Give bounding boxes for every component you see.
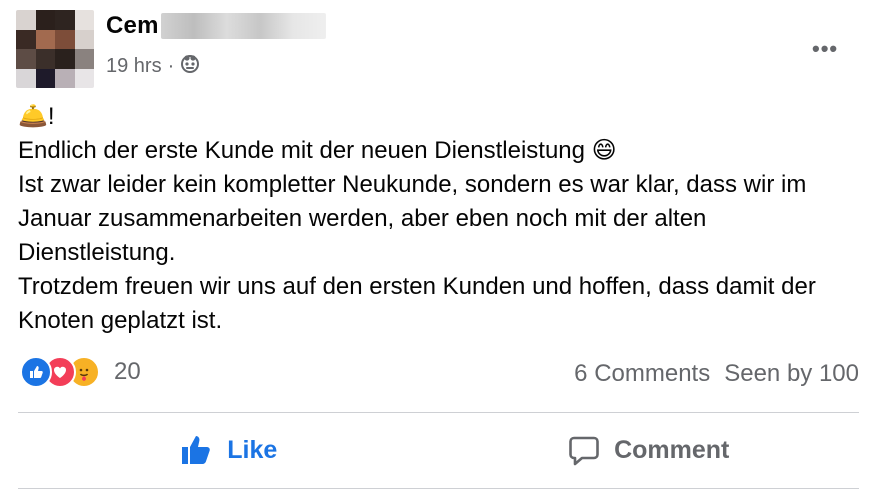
comment-bubble-icon — [568, 434, 600, 466]
avatar[interactable] — [16, 10, 94, 88]
divider — [18, 412, 859, 413]
like-button[interactable]: Like — [18, 414, 439, 486]
post-line-4: Trotzdem freuen wir uns auf den ersten K… — [18, 273, 823, 334]
post-body: 🛎️! Endlich der erste Kunde mit der neue… — [18, 100, 858, 338]
post-line-2: Endlich der erste Kunde mit der neuen Di… — [18, 137, 617, 164]
author-name[interactable]: Cem — [106, 12, 326, 40]
author-name-text[interactable]: Cem — [106, 12, 159, 40]
divider-bottom — [18, 488, 859, 489]
comment-button[interactable]: Comment — [439, 414, 860, 486]
post-meta: 19 hrs · — [106, 53, 200, 79]
reactions-summary[interactable]: 20 — [20, 356, 141, 388]
thumbs-up-icon — [179, 433, 213, 467]
timestamp[interactable]: 19 hrs — [106, 55, 162, 78]
seen-by[interactable]: Seen by 100 — [724, 360, 859, 388]
post-line-3: Ist zwar leider kein kompletter Neukunde… — [18, 171, 813, 266]
comments-count[interactable]: 6 Comments — [574, 360, 710, 388]
meta-separator: · — [167, 54, 175, 77]
action-bar: Like Comment — [18, 414, 859, 486]
post-line-1: 🛎️! — [18, 103, 55, 130]
like-icon — [20, 356, 52, 388]
more-options-button[interactable]: ••• — [812, 36, 838, 62]
friends-icon[interactable] — [180, 53, 200, 79]
reaction-count[interactable]: 20 — [114, 358, 141, 386]
blurred-surname — [160, 13, 326, 39]
like-label: Like — [227, 435, 278, 464]
comment-label: Comment — [614, 435, 730, 464]
post-stats: 6 Comments Seen by 100 — [574, 360, 859, 388]
